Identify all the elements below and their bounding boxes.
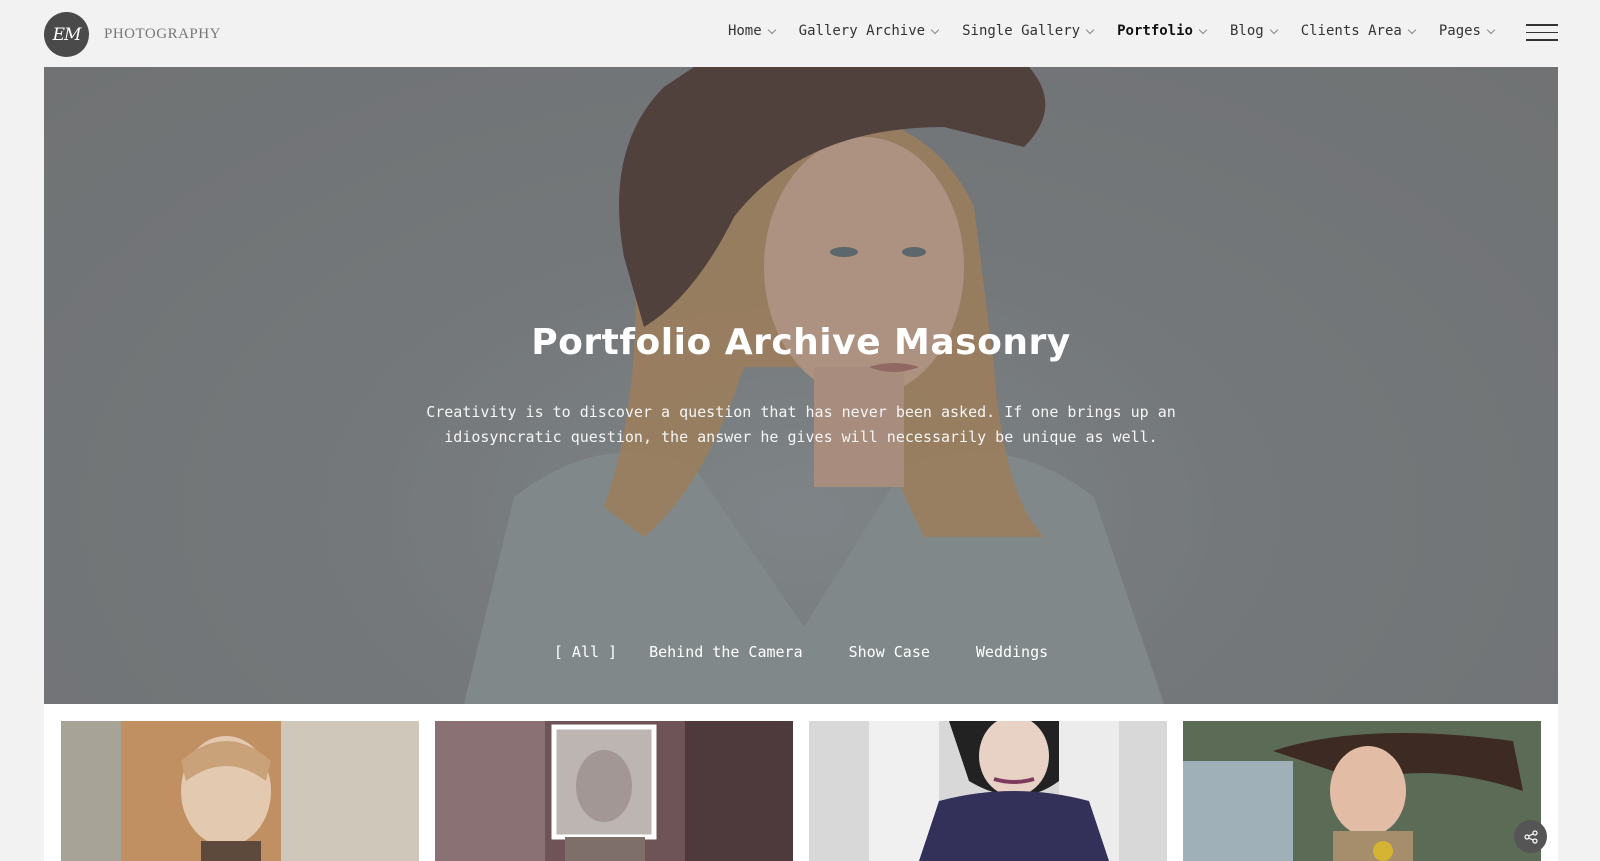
nav-label: Clients Area [1300,23,1402,39]
portfolio-item[interactable] [1183,721,1541,861]
site-header: EM PHOTOGRAPHY Home Gallery Archive Sing… [0,0,1600,67]
nav-label: Blog [1229,23,1264,39]
nav-item-portfolio[interactable]: Portfolio [1117,23,1208,39]
logo[interactable]: EM PHOTOGRAPHY [44,12,221,57]
portfolio-thumbnail [809,721,1167,861]
subtitle-line: idiosyncratic question, the answer he gi… [444,428,1158,446]
subtitle-line: Creativity is to discover a question tha… [426,403,1176,421]
chevron-down-icon [1269,25,1278,34]
logo-text: PHOTOGRAPHY [104,26,221,42]
portfolio-item[interactable] [61,721,419,861]
portfolio-thumbnail [435,721,793,861]
nav-item-single-gallery[interactable]: Single Gallery [962,23,1095,39]
chevron-down-icon [1486,25,1496,34]
nav-label: Home [727,23,762,39]
nav-item-gallery-archive[interactable]: Gallery Archive [798,23,940,39]
portfolio-filter-bar: [ All ] Behind the Camera Show Case Wedd… [44,643,1558,661]
logo-monogram: EM [44,12,89,57]
share-icon[interactable] [1514,820,1547,853]
filter-weddings[interactable]: Weddings [976,643,1048,661]
portfolio-item[interactable] [435,721,793,861]
portfolio-grid [44,704,1558,861]
page-title: Portfolio Archive Masonry [531,322,1071,363]
portfolio-thumbnail [61,721,419,861]
filter-behind-the-camera[interactable]: Behind the Camera [649,643,803,661]
chevron-down-icon [930,25,940,34]
chevron-down-icon [1085,25,1095,34]
filter-all[interactable]: [ All ] [554,643,617,661]
nav-item-blog[interactable]: Blog [1229,23,1278,39]
chevron-down-icon [1407,25,1417,34]
chevron-down-icon [1198,25,1208,34]
hero-overlay [44,67,1558,704]
filter-show-case[interactable]: Show Case [849,643,930,661]
nav-item-home[interactable]: Home [727,23,776,39]
nav-item-clients-area[interactable]: Clients Area [1300,23,1417,39]
nav-item-pages[interactable]: Pages [1438,23,1496,39]
main-nav: Home Gallery Archive Single Gallery Port… [704,23,1496,39]
chevron-down-icon [767,25,776,34]
nav-label: Pages [1438,23,1481,39]
hamburger-menu-icon[interactable] [1526,24,1558,42]
page-subtitle: Creativity is to discover a question tha… [44,400,1558,450]
nav-label: Single Gallery [962,23,1081,39]
nav-label: Gallery Archive [798,23,926,39]
portfolio-item[interactable] [809,721,1167,861]
portfolio-thumbnail [1183,721,1541,861]
nav-label: Portfolio [1117,23,1193,39]
hero-banner: Portfolio Archive Masonry Creativity is … [44,67,1558,704]
